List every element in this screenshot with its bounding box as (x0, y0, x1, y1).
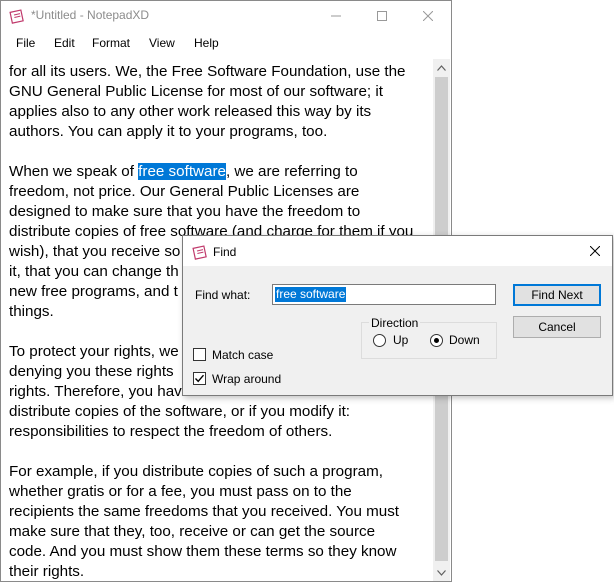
editor-line: authors. You can apply it to your progra… (9, 123, 328, 140)
minimize-button[interactable] (313, 1, 359, 31)
maximize-button[interactable] (359, 1, 405, 31)
editor-line: whether gratis or for a fee, you must pa… (9, 483, 352, 500)
editor-line: make sure that they, too, receive or can… (9, 523, 376, 540)
direction-up-radio[interactable] (373, 334, 386, 347)
scroll-down-arrow[interactable] (433, 564, 450, 581)
find-dialog-close-button[interactable] (578, 236, 612, 266)
find-what-value: free software (275, 287, 347, 302)
editor-line: for all its users. We, the Free Software… (9, 63, 406, 80)
find-what-label: Find what: (195, 288, 251, 302)
menu-bar: File Edit Format View Help (1, 31, 451, 57)
editor-text: , we are referring to (225, 163, 358, 180)
menu-help[interactable]: Help (194, 36, 219, 50)
minimize-icon (331, 15, 341, 17)
match-case-checkbox[interactable] (193, 348, 206, 361)
menu-file[interactable]: File (16, 36, 35, 50)
find-dialog-title: Find (213, 245, 237, 259)
editor-line: denying you these rights (9, 363, 174, 380)
direction-up-label[interactable]: Up (393, 333, 408, 347)
scroll-up-arrow[interactable] (433, 59, 450, 76)
editor-line: GNU General Public License for most of o… (9, 83, 383, 100)
editor-line: freedom, not price. Our General Public L… (9, 183, 360, 200)
wrap-around-label[interactable]: Wrap around (212, 372, 281, 386)
editor-line: designed to make sure that you have the … (9, 203, 361, 220)
direction-down-label[interactable]: Down (449, 333, 480, 347)
editor-line: To protect your rights, we (9, 343, 179, 360)
editor-line: new free programs, and t (9, 283, 178, 300)
editor-line: recipients the same freedoms that you re… (9, 503, 400, 520)
title-bar[interactable]: *Untitled - NotepadXD (1, 1, 451, 31)
editor-line: it, that you can change th (9, 263, 179, 280)
editor-line: When we speak of free software, we are r… (9, 162, 358, 182)
find-dialog: Find Find what: free software Find Next … (182, 235, 613, 396)
close-button[interactable] (405, 1, 451, 31)
close-icon (590, 246, 600, 256)
editor-line: applies also to any other work released … (9, 103, 372, 120)
editor-text: When we speak of (9, 163, 139, 180)
editor-line: code. And you must show them these terms… (9, 543, 397, 560)
find-dialog-title-bar[interactable]: Find (183, 236, 612, 266)
menu-format[interactable]: Format (92, 36, 130, 50)
find-next-button[interactable]: Find Next (513, 284, 601, 306)
cancel-button[interactable]: Cancel (513, 316, 601, 338)
editor-line: things. (9, 303, 54, 320)
checkmark-icon (194, 374, 205, 383)
close-icon (423, 11, 433, 21)
editor-line: For example, if you distribute copies of… (9, 463, 383, 480)
editor-line: responsibilities to respect the freedom … (9, 423, 333, 440)
chevron-down-icon (437, 569, 446, 576)
find-what-input[interactable]: free software (272, 284, 496, 305)
notepad-app-icon (192, 245, 207, 260)
maximize-icon (377, 11, 387, 21)
editor-line: their rights. (9, 563, 85, 580)
wrap-around-checkbox[interactable] (193, 372, 206, 385)
editor-line: wish), that you receive so (9, 243, 181, 260)
editor-line: rights. Therefore, you hav (9, 383, 182, 400)
window-title: *Untitled - NotepadXD (31, 8, 150, 22)
match-case-label[interactable]: Match case (212, 348, 273, 362)
editor-line: distribute copies of the software, or if… (9, 403, 351, 420)
direction-down-radio[interactable] (430, 334, 443, 347)
chevron-up-icon (437, 64, 446, 71)
selected-text: free software (138, 163, 226, 180)
direction-label: Direction (369, 316, 421, 330)
menu-view[interactable]: View (149, 36, 175, 50)
notepad-app-icon (9, 9, 24, 24)
menu-edit[interactable]: Edit (54, 36, 75, 50)
